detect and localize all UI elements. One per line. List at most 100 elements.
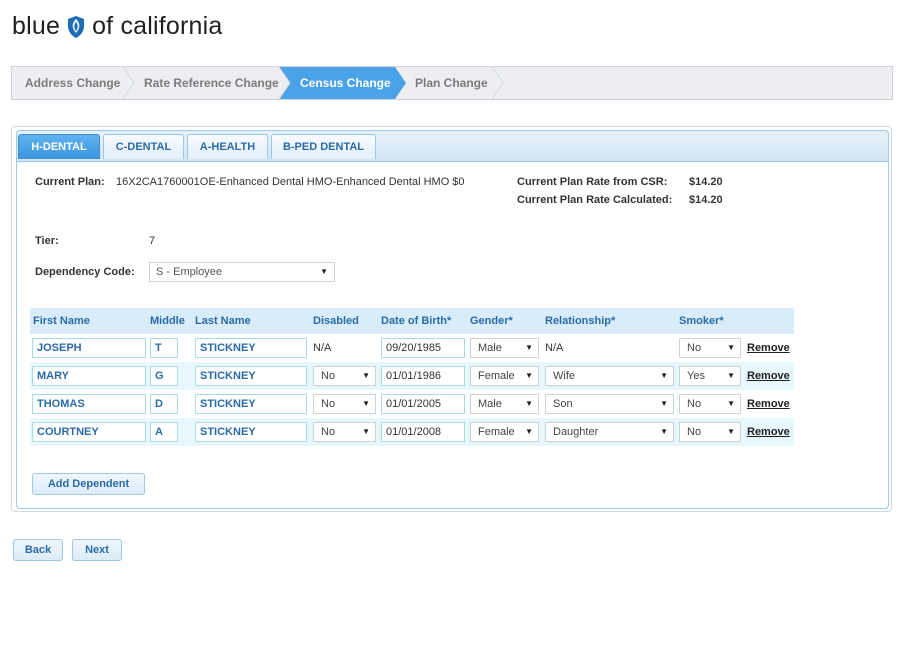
col-relationship: Relationship* [545,315,616,327]
relationship-select[interactable]: Wife ▼ [545,366,674,386]
table-row: MARY G STICKNEY No ▼ 01/01/1986 Female ▼ W… [30,362,794,390]
gender-value: Male [478,398,502,410]
first-name-input[interactable]: COURTNEY [32,422,146,442]
col-disabled: Disabled [313,315,359,327]
remove-link[interactable]: Remove [747,338,790,358]
wizard-step-rate-reference-change[interactable]: Rate Reference Change [144,67,279,99]
wizard-step-address-change[interactable]: Address Change [25,67,120,99]
disabled-value: No [321,398,336,410]
col-gender: Gender* [470,315,513,327]
dependency-code-label: Dependency Code: [35,266,135,278]
gender-select[interactable]: Male ▼ [470,394,539,414]
smoker-value: Yes [687,370,705,382]
chevron-down-icon: ▼ [320,267,328,276]
wizard-step-plan-change[interactable]: Plan Change [415,67,488,99]
tab-b-ped-dental[interactable]: B-PED DENTAL [271,134,376,159]
back-button[interactable]: Back [13,539,63,561]
add-dependent-button[interactable]: Add Dependent [32,473,145,495]
dob-input[interactable]: 09/20/1985 [381,338,465,358]
rate-csr-value: $14.20 [689,176,723,188]
current-plan-value: 16X2CA1760001OE-Enhanced Dental HMO-Enha… [116,176,465,188]
brand-text-right: of california [92,11,223,40]
last-name-input[interactable]: STICKNEY [195,338,307,358]
brand-logo: blue of california [12,10,223,42]
rate-csr-label: Current Plan Rate from CSR: [517,176,668,188]
gender-select[interactable]: Female ▼ [470,422,539,442]
col-middle: Middle [150,315,185,327]
smoker-select[interactable]: No ▼ [679,422,741,442]
middle-input[interactable]: G [150,366,178,386]
chevron-down-icon: ▼ [727,399,735,408]
remove-link[interactable]: Remove [747,366,790,386]
smoker-value: No [687,426,702,438]
chevron-down-icon: ▼ [525,399,533,408]
gender-value: Female [478,370,515,382]
table-row: THOMAS D STICKNEY No ▼ 01/01/2005 Male ▼ S… [30,390,794,418]
dependency-code-value: S - Employee [156,266,223,278]
remove-link[interactable]: Remove [747,394,790,414]
smoker-select[interactable]: No ▼ [679,338,741,358]
smoker-select[interactable]: No ▼ [679,394,741,414]
smoker-value: No [687,342,702,354]
gender-value: Male [478,342,502,354]
relationship-value: Wife [553,370,575,382]
last-name-input[interactable]: STICKNEY [195,366,307,386]
plan-tabs: H-DENTAL C-DENTAL A-HEALTH B-PED DENTAL [16,130,889,162]
next-button[interactable]: Next [72,539,122,561]
disabled-value: N/A [313,342,332,354]
chevron-down-icon: ▼ [525,343,533,352]
wizard-step-census-change[interactable]: Census Change [300,67,391,99]
chevron-down-icon: ▼ [525,371,533,380]
chevron-down-icon: ▼ [525,427,533,436]
disabled-select[interactable]: No ▼ [313,394,376,414]
current-plan-label: Current Plan: [35,176,105,188]
smoker-select[interactable]: Yes ▼ [679,366,741,386]
census-table-header: First Name Middle Last Name Disabled Dat… [30,308,794,334]
tab-h-dental[interactable]: H-DENTAL [18,134,100,159]
remove-link[interactable]: Remove [747,422,790,442]
last-name-input[interactable]: STICKNEY [195,422,307,442]
disabled-value: No [321,426,336,438]
chevron-down-icon: ▼ [362,427,370,436]
middle-input[interactable]: D [150,394,178,414]
dob-input[interactable]: 01/01/2008 [381,422,465,442]
relationship-select[interactable]: Daughter ▼ [545,422,674,442]
tab-a-health[interactable]: A-HEALTH [187,134,268,159]
chevron-down-icon: ▼ [362,399,370,408]
rate-calc-value: $14.20 [689,194,723,206]
dependency-code-select[interactable]: S - Employee ▼ [149,262,335,282]
tier-value: 7 [149,235,156,247]
chevron-down-icon: ▼ [362,371,370,380]
chevron-down-icon: ▼ [660,371,668,380]
disabled-select[interactable]: No ▼ [313,366,376,386]
first-name-input[interactable]: THOMAS [32,394,146,414]
chevron-down-icon: ▼ [727,371,735,380]
gender-value: Female [478,426,515,438]
col-last-name: Last Name [195,315,251,327]
wizard-steps: Address Change Rate Reference Change Cen… [11,66,893,100]
col-smoker: Smoker* [679,315,724,327]
middle-input[interactable]: T [150,338,178,358]
tab-c-dental[interactable]: C-DENTAL [103,134,184,159]
chevron-down-icon: ▼ [727,427,735,436]
chevron-down-icon: ▼ [727,343,735,352]
shield-icon [68,16,85,38]
dob-input[interactable]: 01/01/1986 [381,366,465,386]
dob-input[interactable]: 01/01/2005 [381,394,465,414]
first-name-input[interactable]: JOSEPH [32,338,146,358]
middle-input[interactable]: A [150,422,178,442]
brand-text-left: blue [12,11,61,40]
col-first-name: First Name [33,315,90,327]
chevron-down-icon: ▼ [660,427,668,436]
disabled-select[interactable]: No ▼ [313,422,376,442]
first-name-input[interactable]: MARY [32,366,146,386]
last-name-input[interactable]: STICKNEY [195,394,307,414]
disabled-value: No [321,370,336,382]
gender-select[interactable]: Male ▼ [470,338,539,358]
smoker-value: No [687,398,702,410]
relationship-select[interactable]: Son ▼ [545,394,674,414]
col-date-of-birth: Date of Birth* [381,315,452,327]
relationship-value: N/A [545,342,564,354]
relationship-value: Daughter [553,426,599,438]
gender-select[interactable]: Female ▼ [470,366,539,386]
